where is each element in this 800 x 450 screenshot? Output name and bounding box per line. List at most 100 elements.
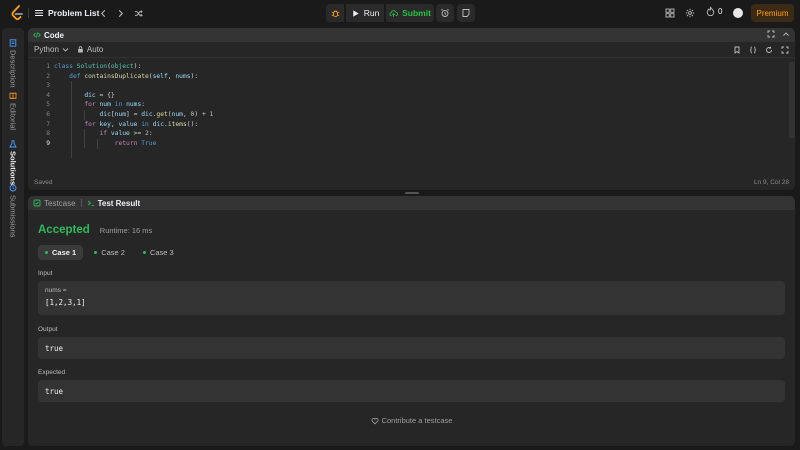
prev-problem-button[interactable] [97,7,109,19]
rail-item-submissions[interactable]: Submissions [2,184,24,238]
code-line: if value >= 2: [99,130,153,138]
book-icon [9,92,17,100]
code-panel-header: Code [28,28,795,42]
tab-testcase[interactable]: Testcase [33,199,76,208]
line-number: 8 [46,130,50,138]
avatar[interactable] [733,8,743,18]
cloud-upload-icon [389,9,399,17]
problem-list-button[interactable]: Problem List [34,7,99,19]
history-icon [9,184,17,192]
case-tab-label: Case 2 [101,248,125,257]
editor-toolbar-actions [733,46,789,54]
code-editor[interactable]: 1 2 3 4 5 6 7 8 9 class Solution(object)… [28,58,795,174]
auto-label: Auto [86,45,104,54]
case-tabs: Case 1 Case 2 Case 3 [38,245,181,260]
leetcode-logo-icon[interactable] [10,5,24,21]
maximize-icon[interactable] [767,30,775,38]
submit-button[interactable]: Submit [386,4,434,22]
line-number: 5 [46,101,50,109]
code-line: for num in nums: [84,101,146,109]
run-button[interactable]: Run [346,4,384,22]
next-problem-button[interactable] [114,7,126,19]
gear-icon [685,8,695,18]
case-tab-label: Case 3 [149,248,174,257]
settings-button[interactable] [684,7,696,19]
auto-toggle[interactable]: Auto [77,45,103,54]
play-icon [352,9,359,17]
terminal-icon [87,200,94,206]
fire-icon [706,6,715,16]
verdict-label: Accepted [38,224,90,236]
note-icon [462,9,470,17]
lock-icon [78,46,83,53]
language-selector[interactable]: Python [34,45,69,54]
rail-item-solutions[interactable]: Solutions [2,140,24,185]
tab-test-result-label: Test Result [97,198,141,208]
editor-scrollbar-thumb[interactable] [789,62,795,138]
rail-label-editorial: Editorial [8,103,18,131]
rail-item-editorial[interactable]: Editorial [2,92,24,130]
code-panel: Code Python Auto 1 2 3 4 5 6 7 8 9 class… [28,28,795,190]
top-bar: Problem List Run Submit 0 Premium [0,0,800,26]
document-icon [9,39,17,47]
chevron-up-icon[interactable] [782,30,790,38]
input-label: Input [38,270,53,277]
tab-testcase-label: Testcase [44,198,76,208]
premium-button[interactable]: Premium [751,4,794,22]
output-box: true [38,337,785,359]
bug-icon [331,10,339,17]
case-tab-1[interactable]: Case 1 [38,245,84,260]
left-rail: Description Editorial Solutions Submissi… [2,28,24,446]
panel-resize-handle[interactable] [405,192,419,194]
streak-counter[interactable]: 0 [706,6,722,16]
heart-icon [371,417,379,424]
chevron-down-icon [62,48,69,52]
code-line: return True [114,139,157,147]
code-line: class Solution(object): [54,63,142,70]
alarm-clock-icon [441,8,449,17]
reset-icon[interactable] [765,46,773,54]
code-panel-controls [767,30,790,38]
premium-label: Premium [756,8,789,18]
line-number: 9 [46,139,50,147]
result-tabs: Testcase Test Result [33,199,140,208]
contribute-testcase-link[interactable]: Contribute a testcase [28,416,795,425]
case-tab-2[interactable]: Case 2 [87,245,132,260]
code-line: ​ [54,81,213,91]
rail-label-description: Description [8,50,18,88]
bookmark-icon[interactable] [733,46,741,54]
tab-test-result[interactable]: Test Result [87,198,141,208]
notes-button[interactable] [457,4,475,22]
debug-button[interactable] [326,4,344,22]
input-value: [1,2,3,1] [45,298,86,307]
tab-separator [80,199,82,207]
language-label: Python [34,45,59,54]
random-problem-button[interactable] [132,7,144,19]
code-tab-label: Code [44,30,64,40]
code-tab[interactable]: Code [33,31,64,40]
line-number: 3 [46,82,50,90]
case-tab-3[interactable]: Case 3 [136,245,181,260]
contribute-label: Contribute a testcase [381,416,453,425]
timer-button[interactable] [436,4,454,22]
result-panel: Testcase Test Result Accepted Runtime: 1… [28,196,795,446]
expected-box: true [38,380,785,402]
expected-label: Expected [38,369,66,376]
braces-icon[interactable] [749,46,757,54]
cursor-position: Ln 9, Col 28 [753,178,789,186]
code-line: dic[num] = dic.get(num, 0) + 1 [99,110,214,118]
editor-scrollbar[interactable] [789,58,795,174]
verdict-row: Accepted Runtime: 16 ms [38,224,152,236]
pass-dot [142,251,146,254]
input-box: nums = [1,2,3,1] [38,281,785,315]
chevron-left-icon [100,9,105,17]
run-label: Run [363,8,380,18]
line-number: 7 [46,120,50,128]
editor-status-bar: Saved Ln 9, Col 28 [28,174,795,190]
case-tab-label: Case 1 [52,248,77,257]
line-number: 6 [46,110,50,118]
rail-item-description[interactable]: Description [2,39,24,88]
checkbox-icon [33,199,41,207]
layout-button[interactable] [664,7,676,19]
expand-icon[interactable] [781,46,789,54]
